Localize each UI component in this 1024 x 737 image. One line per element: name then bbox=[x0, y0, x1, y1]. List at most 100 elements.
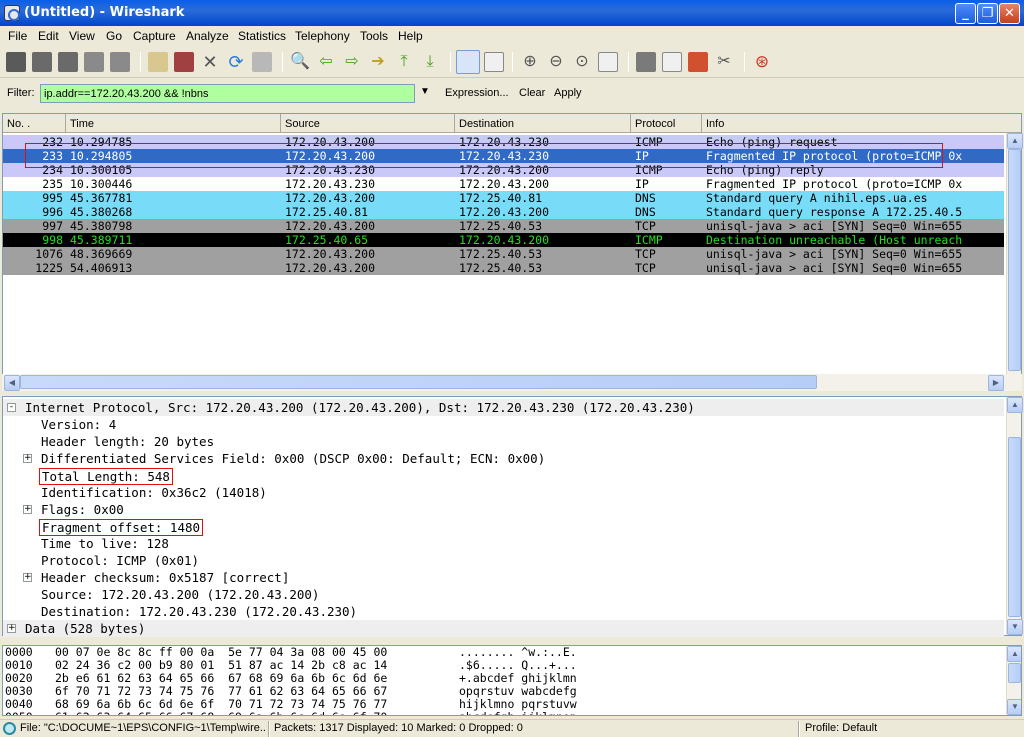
packet-row[interactable]: 997 45.380798 172.20.43.200 172.25.40.53 TCP… bbox=[3, 219, 1004, 233]
cell-info: Destination unreachable (Host unreach bbox=[706, 233, 963, 247]
scroll-down-icon[interactable]: ▼ bbox=[1007, 699, 1021, 715]
help-icon[interactable]: ⊛ bbox=[752, 52, 772, 72]
zoom-out-icon[interactable]: ⊖ bbox=[546, 52, 566, 72]
open-icon[interactable] bbox=[148, 52, 168, 72]
capture-options-icon[interactable] bbox=[32, 52, 52, 72]
detail-field[interactable]: Fragment offset: 1480 bbox=[3, 518, 1004, 536]
detail-tree-root[interactable]: - Internet Protocol, Src: 172.20.43.200 (… bbox=[3, 399, 1004, 416]
scroll-up-icon[interactable]: ▲ bbox=[1007, 397, 1023, 413]
close-file-icon[interactable]: ✕ bbox=[200, 52, 220, 72]
detail-field[interactable]: Total Length: 548 bbox=[3, 467, 1004, 485]
scroll-up-icon[interactable]: ▲ bbox=[1007, 133, 1023, 149]
print-icon[interactable] bbox=[252, 52, 272, 72]
clear-button[interactable]: Clear bbox=[519, 87, 545, 99]
packet-row[interactable]: 995 45.367781 172.20.43.200 172.25.40.81 DNS… bbox=[3, 191, 1004, 205]
stop-capture-icon[interactable] bbox=[84, 52, 104, 72]
apply-button[interactable]: Apply bbox=[554, 87, 582, 99]
menu-edit[interactable]: Edit bbox=[38, 29, 59, 43]
column-header-source[interactable]: Source bbox=[281, 114, 455, 133]
expression-button[interactable]: Expression... bbox=[445, 87, 509, 99]
detail-field[interactable]: Destination: 172.20.43.230 (172.20.43.23… bbox=[3, 603, 1004, 620]
menu-analyze[interactable]: Analyze bbox=[186, 29, 229, 43]
menu-go[interactable]: Go bbox=[106, 29, 122, 43]
find-packet-icon[interactable]: 🔍 bbox=[290, 52, 310, 72]
close-button[interactable]: ✕ bbox=[999, 3, 1020, 24]
menu-statistics[interactable]: Statistics bbox=[238, 29, 286, 43]
normal-size-icon[interactable]: ⊙ bbox=[572, 52, 592, 72]
bytes-vscrollbar[interactable]: ▲ ▼ bbox=[1006, 646, 1021, 715]
detail-field[interactable]: + Header checksum: 0x5187 [correct] bbox=[3, 569, 1004, 586]
save-icon[interactable] bbox=[174, 52, 194, 72]
detail-field[interactable]: Source: 172.20.43.200 (172.20.43.200) bbox=[3, 586, 1004, 603]
packet-row[interactable]: 996 45.380268 172.25.40.81 172.20.43.200 DNS… bbox=[3, 205, 1004, 219]
colorize-icon[interactable] bbox=[456, 50, 480, 74]
detail-text: Flags: 0x00 bbox=[41, 502, 124, 517]
details-vscrollbar[interactable]: ▲ ▼ bbox=[1006, 397, 1023, 635]
maximize-button[interactable]: ❐ bbox=[977, 3, 998, 24]
zoom-in-icon[interactable]: ⊕ bbox=[520, 52, 540, 72]
packet-row[interactable]: 1076 48.369669 172.20.43.200 172.25.40.53 TC… bbox=[3, 247, 1004, 261]
scroll-thumb[interactable] bbox=[1008, 663, 1021, 683]
packet-row[interactable]: 235 10.300446 172.20.43.230 172.20.43.200 IP… bbox=[3, 177, 1004, 191]
hscroll-thumb[interactable] bbox=[20, 375, 817, 389]
packet-row[interactable]: 998 45.389711 172.25.40.65 172.20.43.200 ICM… bbox=[3, 233, 1004, 247]
expand-icon[interactable]: + bbox=[23, 505, 32, 514]
menu-help[interactable]: Help bbox=[398, 29, 423, 43]
column-header-no[interactable]: No. . bbox=[3, 114, 66, 133]
packet-list-vscrollbar[interactable]: ▲ bbox=[1006, 133, 1023, 374]
packet-list-hscrollbar[interactable]: ◀ ▶ bbox=[2, 374, 1022, 391]
detail-field[interactable]: Header length: 20 bytes bbox=[3, 433, 1004, 450]
auto-scroll-icon[interactable] bbox=[484, 52, 504, 72]
menu-capture[interactable]: Capture bbox=[133, 29, 176, 43]
resize-columns-icon[interactable] bbox=[598, 52, 618, 72]
window-title: (Untitled) - Wireshark bbox=[24, 5, 185, 20]
column-header-protocol[interactable]: Protocol bbox=[631, 114, 702, 133]
filter-input[interactable] bbox=[40, 84, 415, 103]
go-back-icon[interactable]: ⇦ bbox=[316, 52, 336, 72]
reload-icon[interactable]: ⟳ bbox=[226, 52, 246, 72]
scroll-down-icon[interactable]: ▼ bbox=[1007, 619, 1023, 635]
column-header-time[interactable]: Time bbox=[66, 114, 281, 133]
status-bar: File: "C:\DOCUME~1\EPS\CONFIG~1\Temp\wir… bbox=[0, 719, 1024, 737]
cell-source: 172.20.43.200 bbox=[285, 247, 376, 261]
minimize-button[interactable]: _ bbox=[955, 3, 976, 24]
go-forward-icon[interactable]: ⇨ bbox=[342, 52, 362, 72]
menu-telephony[interactable]: Telephony bbox=[295, 29, 350, 43]
scroll-up-icon[interactable]: ▲ bbox=[1007, 646, 1021, 662]
menu-file[interactable]: File bbox=[8, 29, 27, 43]
scroll-left-icon[interactable]: ◀ bbox=[4, 375, 20, 391]
preferences-icon[interactable]: ✂ bbox=[714, 52, 734, 72]
collapse-icon[interactable]: - bbox=[7, 403, 16, 412]
start-capture-icon[interactable] bbox=[58, 52, 78, 72]
expand-icon[interactable]: + bbox=[23, 454, 32, 463]
go-last-icon[interactable]: ⤓ bbox=[420, 52, 440, 72]
detail-field[interactable]: + Differentiated Services Field: 0x00 (DS… bbox=[3, 450, 1004, 467]
expand-icon[interactable]: + bbox=[23, 573, 32, 582]
expand-icon[interactable]: + bbox=[7, 624, 16, 633]
column-header-info[interactable]: Info bbox=[702, 114, 1021, 133]
restart-capture-icon[interactable] bbox=[110, 52, 130, 72]
go-to-packet-icon[interactable]: ➔ bbox=[368, 52, 388, 72]
detail-field[interactable]: Protocol: ICMP (0x01) bbox=[3, 552, 1004, 569]
expert-info-icon[interactable] bbox=[3, 722, 16, 735]
scroll-thumb[interactable] bbox=[1008, 437, 1021, 617]
column-header-destination[interactable]: Destination bbox=[455, 114, 631, 133]
go-first-icon[interactable]: ⤒ bbox=[394, 52, 414, 72]
detail-tree-root[interactable]: + Data (528 bytes) bbox=[3, 620, 1004, 637]
menu-view[interactable]: View bbox=[69, 29, 95, 43]
menu-tools[interactable]: Tools bbox=[360, 29, 388, 43]
status-profile[interactable]: Profile: Default bbox=[805, 722, 1005, 737]
detail-field[interactable]: Identification: 0x36c2 (14018) bbox=[3, 484, 1004, 501]
display-filters-icon[interactable] bbox=[662, 52, 682, 72]
detail-field[interactable]: Time to live: 128 bbox=[3, 535, 1004, 552]
packet-row[interactable]: 1225 54.406913 172.20.43.200 172.25.40.53 TC… bbox=[3, 261, 1004, 275]
scroll-thumb[interactable] bbox=[1008, 149, 1021, 371]
detail-field[interactable]: Version: 4 bbox=[3, 416, 1004, 433]
capture-filters-icon[interactable] bbox=[636, 52, 656, 72]
detail-field[interactable]: + Flags: 0x00 bbox=[3, 501, 1004, 518]
interfaces-icon[interactable] bbox=[6, 52, 26, 72]
scroll-right-icon[interactable]: ▶ bbox=[988, 375, 1004, 391]
packet-bytes-pane: 0000 00 07 0e 8c 8c ff 00 0a 5e 77 04 3a … bbox=[2, 645, 1022, 716]
filter-dropdown-icon[interactable]: ▼ bbox=[420, 86, 430, 97]
coloring-rules-icon[interactable] bbox=[688, 52, 708, 72]
